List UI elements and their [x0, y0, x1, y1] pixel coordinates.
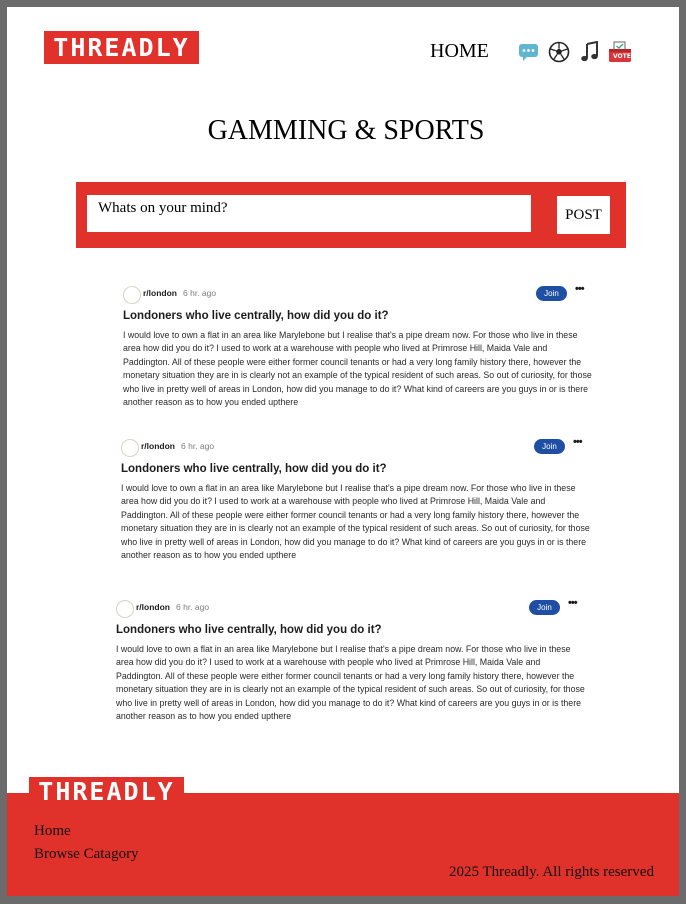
post-time: 6 hr. ago	[176, 602, 210, 612]
more-options-icon[interactable]: •••	[568, 597, 578, 609]
post-button[interactable]: POST	[557, 196, 610, 234]
more-options-icon[interactable]: •••	[573, 436, 583, 448]
subreddit-name[interactable]: r/london	[136, 602, 170, 612]
footer-logo[interactable]: THREADLY	[29, 777, 184, 807]
post-header: r/london 6 hr. ago Join •••	[121, 436, 591, 461]
subreddit-name[interactable]: r/london	[141, 441, 175, 451]
post-body[interactable]: I would love to own a flat in an area li…	[123, 329, 593, 409]
copyright-text: 2025 Threadly. All rights reserved	[449, 864, 654, 880]
subreddit-avatar-icon[interactable]	[116, 600, 134, 618]
chat-icon[interactable]	[518, 41, 540, 63]
vote-icon[interactable]: VOTE	[608, 41, 631, 63]
subreddit-name[interactable]: r/london	[143, 288, 177, 298]
post-card[interactable]: r/london 6 hr. ago Join ••• Londoners wh…	[116, 597, 586, 723]
post-title[interactable]: Londoners who live centrally, how did yo…	[123, 308, 593, 324]
page-title: GAMMING & SPORTS	[207, 115, 485, 146]
subreddit-avatar-icon[interactable]	[121, 439, 139, 457]
post-header: r/london 6 hr. ago Join •••	[123, 283, 593, 308]
post-input[interactable]	[87, 195, 531, 232]
footer-link-home[interactable]: Home	[34, 823, 71, 840]
more-options-icon[interactable]: •••	[575, 283, 585, 295]
soccer-ball-icon[interactable]	[548, 41, 570, 63]
footer-link-browse-category[interactable]: Browse Catagory	[34, 846, 139, 863]
join-button[interactable]: Join	[536, 286, 567, 301]
join-button[interactable]: Join	[529, 600, 560, 615]
nav-home-link[interactable]: HOME	[430, 40, 489, 63]
subreddit-avatar-icon[interactable]	[123, 286, 141, 304]
music-note-icon[interactable]	[579, 40, 601, 63]
post-card[interactable]: r/london 6 hr. ago Join ••• Londoners wh…	[123, 283, 593, 409]
header-logo[interactable]: THREADLY	[44, 31, 199, 64]
post-composer: Whats on your mind? POST	[76, 182, 626, 248]
post-time: 6 hr. ago	[183, 288, 217, 298]
post-title[interactable]: Londoners who live centrally, how did yo…	[116, 622, 586, 638]
vote-icon-label: VOTE	[613, 53, 631, 60]
post-body[interactable]: I would love to own a flat in an area li…	[116, 643, 586, 723]
page-frame: THREADLY HOME VOTE GAMMING & SPORTS What…	[7, 7, 679, 896]
post-header: r/london 6 hr. ago Join •••	[116, 597, 586, 622]
join-button[interactable]: Join	[534, 439, 565, 454]
post-time: 6 hr. ago	[181, 441, 215, 451]
post-title[interactable]: Londoners who live centrally, how did yo…	[121, 461, 591, 477]
post-body[interactable]: I would love to own a flat in an area li…	[121, 482, 591, 562]
post-card[interactable]: r/london 6 hr. ago Join ••• Londoners wh…	[121, 436, 591, 562]
